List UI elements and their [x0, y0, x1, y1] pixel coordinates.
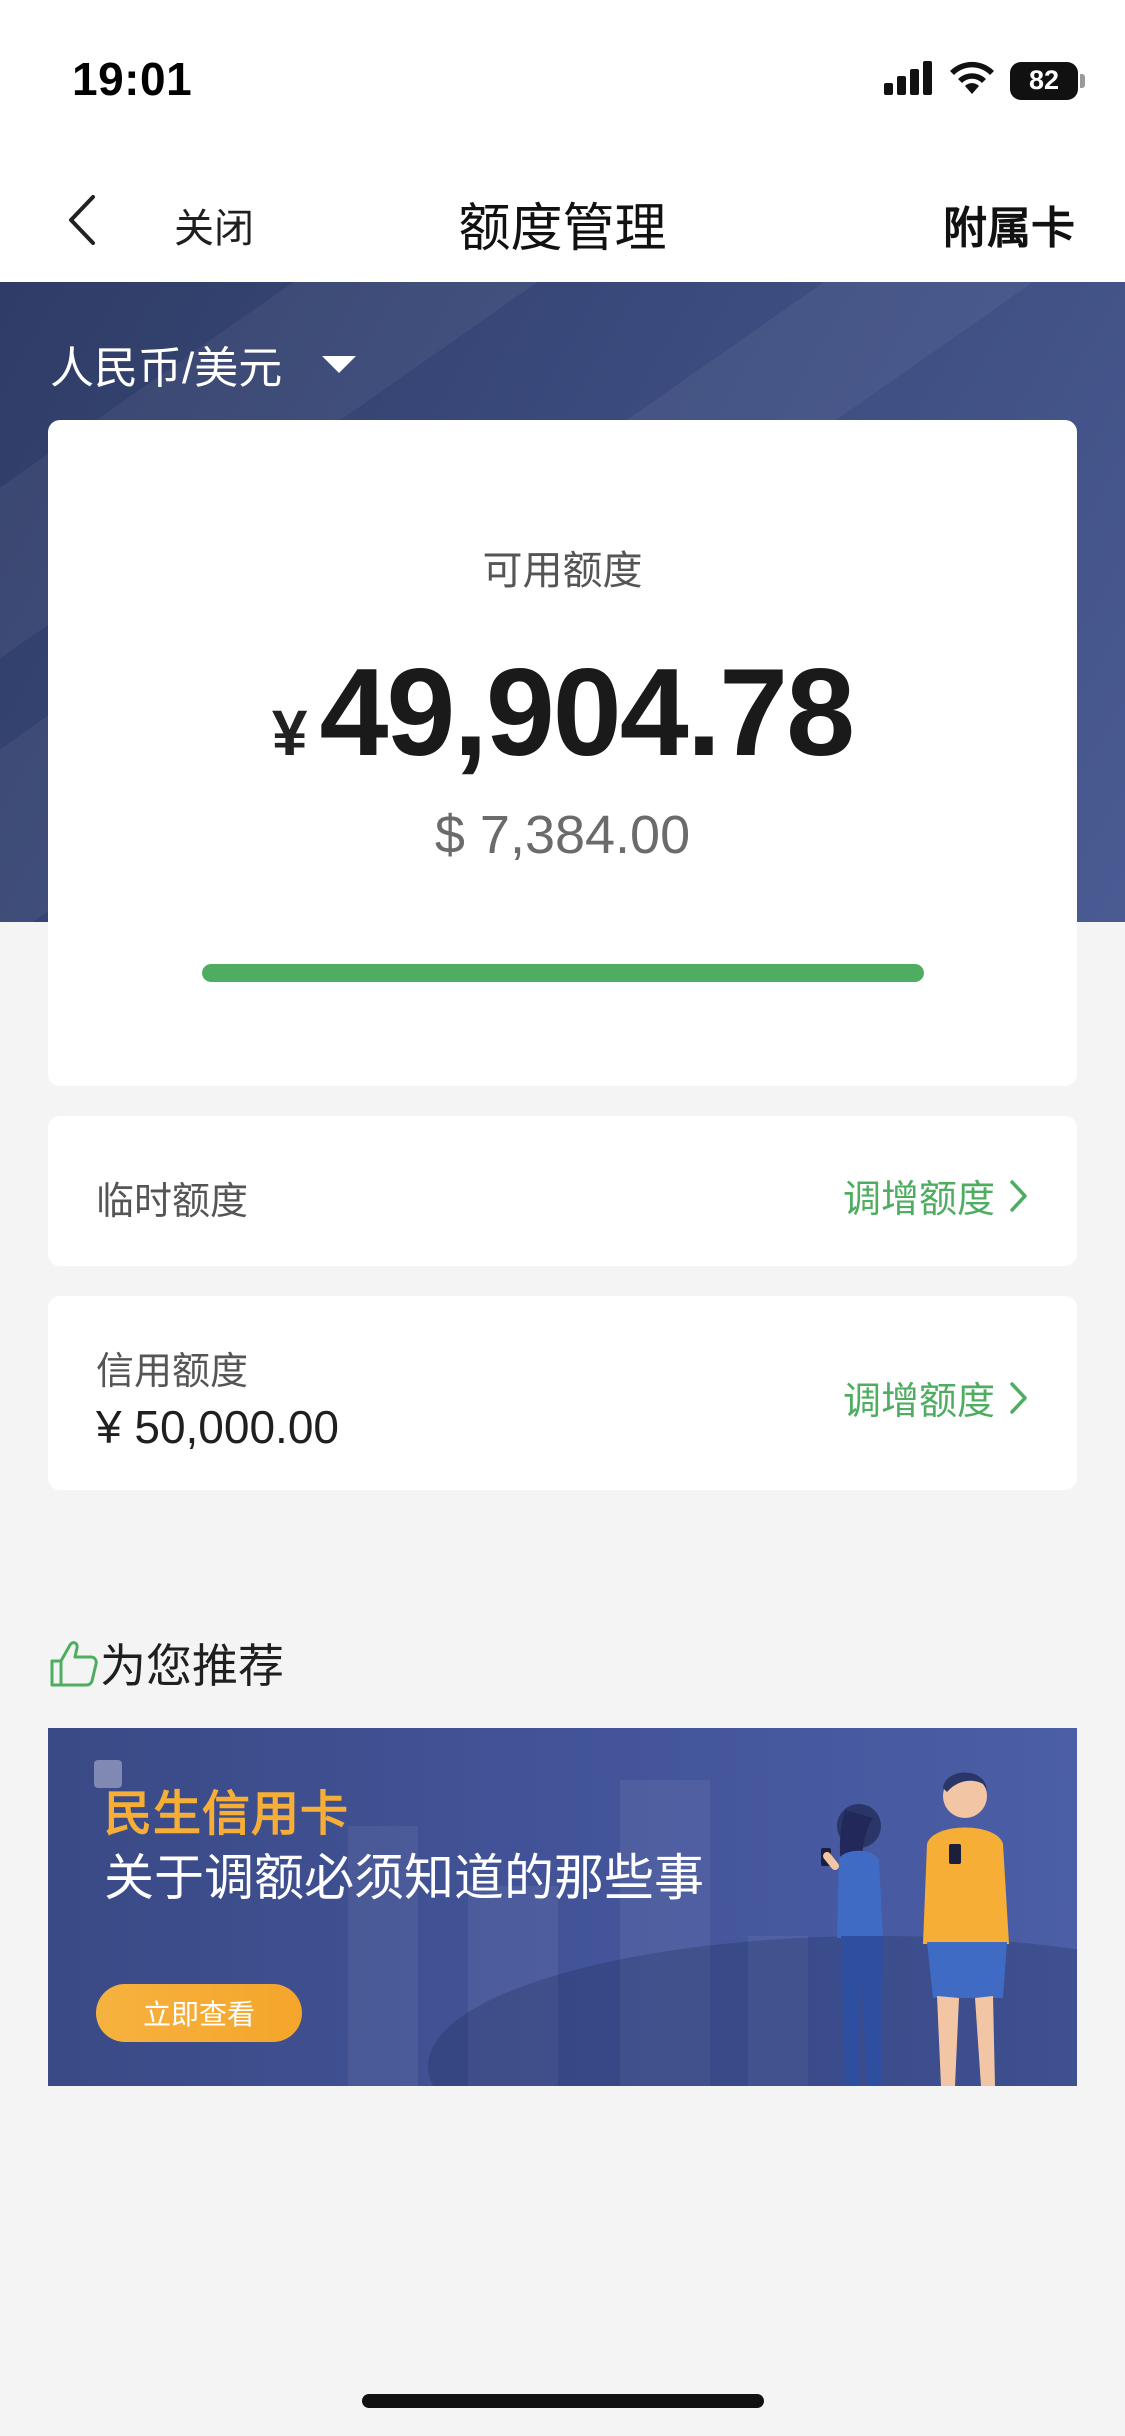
- chevron-left-icon: [69, 195, 95, 245]
- status-icons: 82: [884, 60, 1085, 101]
- temporary-limit-row: 临时额度 调增额度: [48, 1116, 1077, 1266]
- increase-limit-label: 调增额度: [842, 1381, 995, 1423]
- view-now-button[interactable]: 立即查看: [96, 1984, 302, 2042]
- people-illustration: [821, 1772, 1009, 2086]
- available-label: 可用额度: [482, 549, 643, 593]
- increase-temporary-limit-button[interactable]: 调增额度: [843, 1168, 1029, 1223]
- credit-limit-value: ¥ 50,000.00: [96, 1401, 340, 1453]
- available-amount-value: 49,904.78: [319, 644, 855, 782]
- credit-limit-row: 信用额度 ¥ 50,000.00 调增额度: [48, 1296, 1077, 1490]
- status-time: 19:01: [72, 53, 193, 105]
- supplementary-card-button[interactable]: 附属卡: [943, 192, 1075, 256]
- caret-down-icon: [322, 355, 357, 373]
- increase-credit-limit-button[interactable]: 调增额度: [843, 1370, 1029, 1425]
- credit-limit-label: 信用额度: [96, 1351, 249, 1393]
- signal-icon: [884, 61, 934, 100]
- promo-banner[interactable]: 民生信用卡 关于调额必须知道的那些事 立即查看: [48, 1728, 1077, 2086]
- screen: 19:01 82 关闭 额度管理 附属卡 人民币/美元 可用额度 ¥ 49,90…: [0, 0, 1125, 2436]
- close-button[interactable]: 关闭: [174, 196, 254, 254]
- temporary-limit-label: 临时额度: [96, 1181, 249, 1223]
- banner-title: 关于调额必须知道的那些事: [104, 1850, 704, 1906]
- credit-progress-fill: [202, 964, 924, 982]
- back-button[interactable]: [52, 190, 112, 250]
- home-indicator[interactable]: [362, 2394, 764, 2408]
- available-amount: ¥ 49,904.78: [48, 642, 1077, 784]
- available-credit-card: 可用额度 ¥ 49,904.78 $ 7,384.00: [48, 420, 1077, 1086]
- chevron-right-icon: [1010, 1381, 1027, 1414]
- recommend-title: 为您推荐: [100, 1640, 284, 1692]
- battery-level: 82: [1010, 61, 1078, 100]
- currency-selector[interactable]: 人民币/美元: [50, 332, 357, 396]
- usd-amount: $ 7,384.00: [434, 805, 691, 865]
- chevron-right-icon: [1010, 1179, 1027, 1212]
- battery-icon: 82: [1010, 61, 1085, 100]
- banner-brand: 民生信用卡: [104, 1788, 350, 1841]
- battery-tip: [1080, 73, 1085, 88]
- increase-limit-label: 调增额度: [842, 1179, 995, 1221]
- page-title-text: 额度管理: [458, 200, 667, 258]
- credit-progress-bar: [202, 964, 924, 982]
- wifi-icon: [948, 60, 996, 101]
- nav-bar: 关闭 额度管理 附属卡: [0, 160, 1125, 282]
- currency-label: 人民币/美元: [50, 344, 283, 393]
- thumbs-up-icon: [50, 1641, 98, 1687]
- recommend-header: 为您推荐: [48, 1630, 284, 1696]
- currency-symbol: ¥: [271, 697, 308, 769]
- status-bar: 19:01 82: [0, 0, 1125, 160]
